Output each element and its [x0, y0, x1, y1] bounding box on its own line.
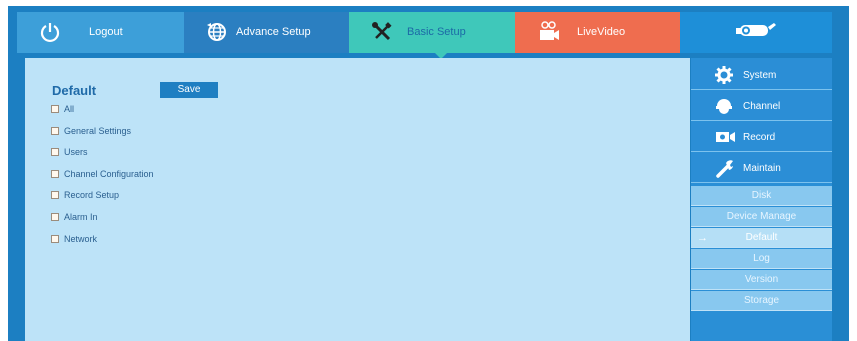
checkbox[interactable]: [51, 235, 59, 243]
tab-advance-setup-label: Advance Setup: [236, 26, 311, 38]
checkbox[interactable]: [51, 213, 59, 221]
checkbox[interactable]: [51, 170, 59, 178]
sidebar: System Channel Record Maintain Disk Devi…: [691, 58, 832, 341]
sidebar-item-label: System: [743, 70, 777, 81]
camera-icon: [537, 21, 561, 46]
brand-logo: [680, 12, 832, 53]
sidebar-subitem-log[interactable]: Log: [691, 249, 832, 269]
option-general-settings[interactable]: General Settings: [51, 125, 131, 137]
dome-camera-icon: [715, 97, 733, 118]
sidebar-item-label: Record: [743, 132, 776, 143]
option-users[interactable]: Users: [51, 146, 88, 158]
cctv-camera-logo-icon: [734, 20, 778, 45]
sidebar-subitem-storage[interactable]: Storage: [691, 291, 832, 311]
tab-advance-setup[interactable]: Advance Setup: [184, 12, 349, 53]
sidebar-subitem-version[interactable]: Version: [691, 270, 832, 290]
option-network[interactable]: Network: [51, 233, 97, 245]
sidebar-subitem-default[interactable]: → Default: [691, 228, 832, 248]
sidebar-item-system[interactable]: System: [691, 60, 832, 90]
option-label: Channel Configuration: [64, 169, 154, 179]
globe-icon: [206, 21, 228, 46]
option-label: General Settings: [64, 126, 132, 136]
tools-icon: [371, 21, 393, 46]
checkbox[interactable]: [51, 105, 59, 113]
checkbox[interactable]: [51, 127, 59, 135]
option-all[interactable]: All: [51, 103, 74, 115]
record-camera-icon: [715, 128, 737, 149]
tab-logout[interactable]: Logout: [17, 12, 184, 53]
top-nav: Logout Advance Setup Basic Setup LiveVid…: [17, 12, 832, 53]
option-label: Network: [64, 234, 98, 244]
sidebar-item-maintain[interactable]: Maintain: [691, 153, 832, 183]
gear-icon: [715, 66, 733, 87]
tab-live-video[interactable]: LiveVideo: [515, 12, 680, 53]
content-panel: Default Save All General Settings Users …: [25, 58, 690, 341]
option-channel-configuration[interactable]: Channel Configuration: [51, 168, 154, 180]
option-label: Users: [64, 147, 88, 157]
tab-basic-setup-label: Basic Setup: [407, 26, 466, 38]
save-button[interactable]: Save: [160, 82, 218, 98]
sidebar-item-record[interactable]: Record: [691, 122, 832, 152]
sidebar-item-label: Maintain: [743, 163, 781, 174]
option-label: Alarm In: [64, 212, 98, 222]
sidebar-subitem-label: Default: [745, 232, 778, 243]
option-label: Record Setup: [64, 190, 120, 200]
tab-logout-label: Logout: [89, 26, 123, 38]
active-arrow-icon: →: [697, 232, 708, 244]
sidebar-item-channel[interactable]: Channel: [691, 91, 832, 121]
tab-basic-setup[interactable]: Basic Setup: [349, 12, 515, 53]
checkbox[interactable]: [51, 148, 59, 156]
option-alarm-in[interactable]: Alarm In: [51, 211, 98, 223]
tab-live-video-label: LiveVideo: [577, 26, 626, 38]
sidebar-subitem-device-manage[interactable]: Device Manage: [691, 207, 832, 227]
sidebar-item-label: Channel: [743, 101, 781, 112]
wrench-icon: [715, 159, 735, 182]
checkbox[interactable]: [51, 191, 59, 199]
sidebar-subitem-disk[interactable]: Disk: [691, 186, 832, 206]
power-icon: [39, 21, 61, 46]
option-record-setup[interactable]: Record Setup: [51, 189, 119, 201]
page-title: Default: [52, 83, 97, 98]
option-label: All: [64, 104, 75, 114]
